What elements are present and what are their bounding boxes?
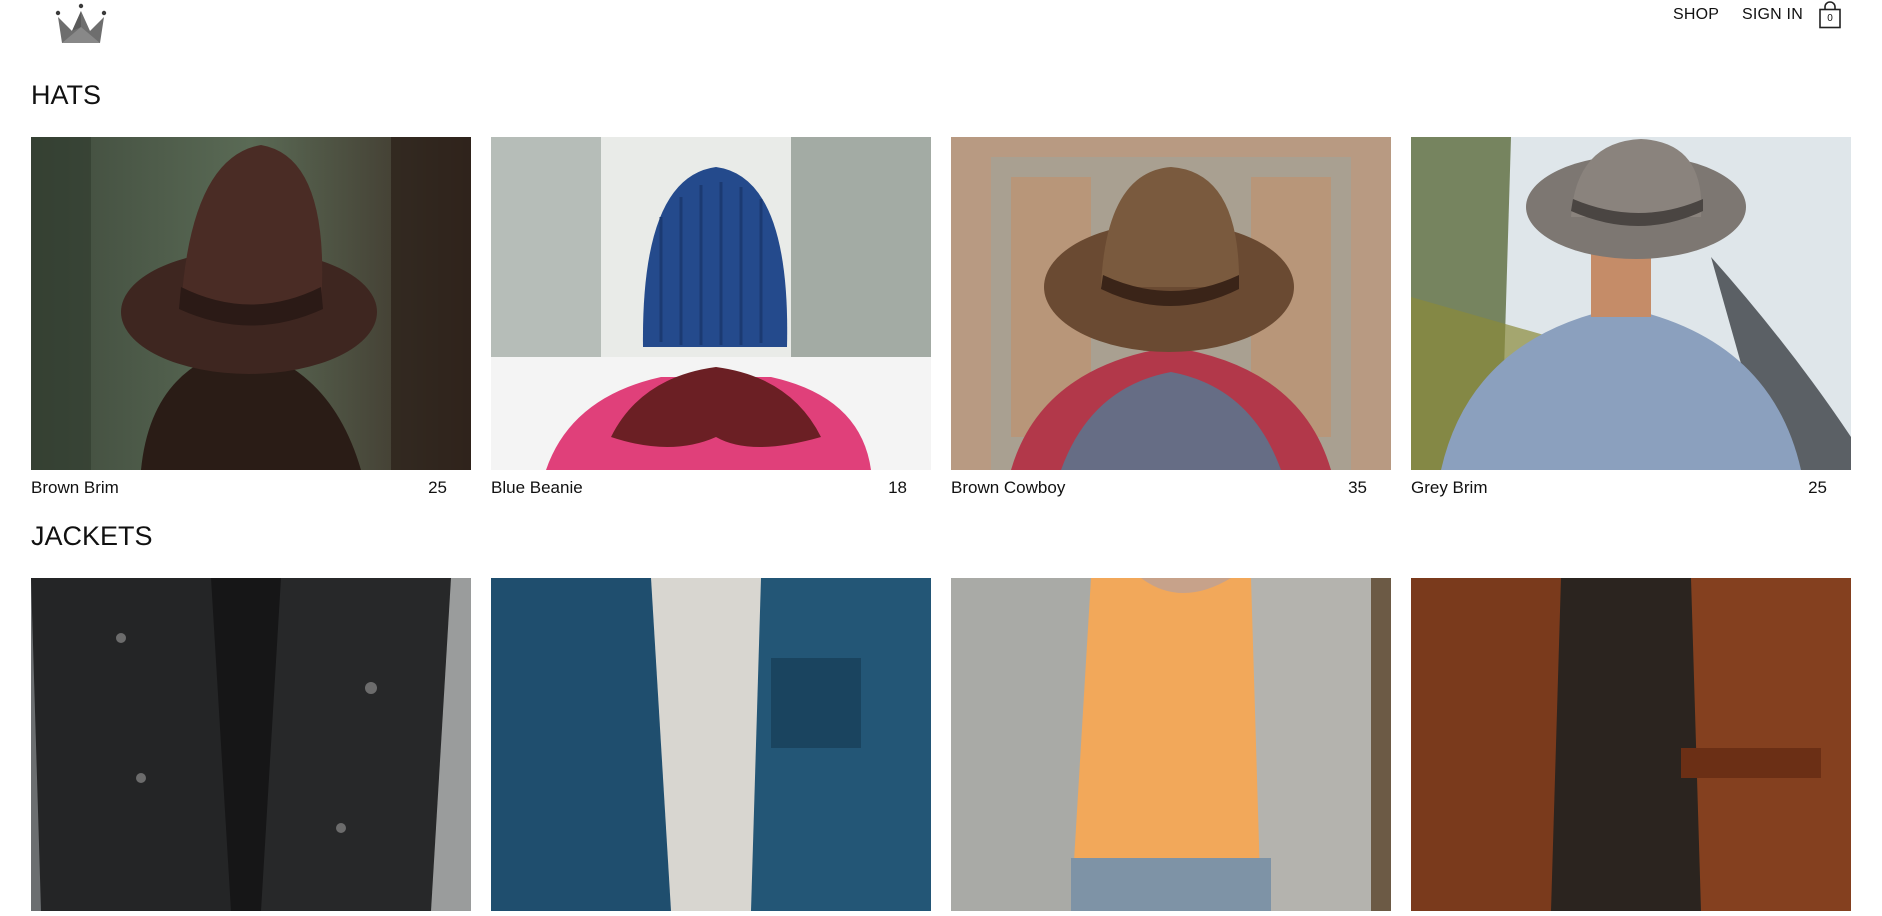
- product-name: Brown Cowboy: [951, 478, 1066, 497]
- crown-icon[interactable]: [54, 3, 108, 45]
- product-card: [1411, 578, 1851, 911]
- product-card: Grey Brim 25: [1411, 137, 1851, 504]
- product-card: [491, 578, 931, 911]
- product-image[interactable]: [951, 137, 1391, 470]
- hats-grid: Brown Brim 25 Blue Beanie 18 Brown Cowbo…: [31, 137, 1853, 504]
- header: SHOP SIGN IN 0: [0, 0, 1882, 44]
- product-name: Grey Brim: [1411, 478, 1488, 497]
- product-card: Brown Brim 25: [31, 137, 471, 504]
- product-price: 35: [1348, 478, 1367, 497]
- product-image[interactable]: [951, 578, 1391, 911]
- product-price: 25: [428, 478, 447, 497]
- product-price: 25: [1808, 478, 1827, 497]
- product-footer: Blue Beanie 18: [491, 470, 931, 504]
- product-price: 18: [888, 478, 907, 497]
- shop-page: SHOP SIGN IN 0 HATS Brown Brim 25 Blue B…: [0, 0, 1882, 916]
- product-image[interactable]: [31, 578, 471, 911]
- product-name: Brown Brim: [31, 478, 119, 497]
- product-image[interactable]: [31, 137, 471, 470]
- product-card: [31, 578, 471, 911]
- nav-sign-in-link[interactable]: SIGN IN: [1742, 6, 1803, 24]
- nav-shop-link[interactable]: SHOP: [1673, 6, 1719, 24]
- product-image[interactable]: [491, 578, 931, 911]
- product-footer: Grey Brim 25: [1411, 470, 1851, 504]
- product-image[interactable]: [491, 137, 931, 470]
- product-card: [951, 578, 1391, 911]
- jackets-grid: [31, 578, 1853, 911]
- product-image[interactable]: [1411, 578, 1851, 911]
- product-name: Blue Beanie: [491, 478, 583, 497]
- product-image[interactable]: [1411, 137, 1851, 470]
- product-card: Brown Cowboy 35: [951, 137, 1391, 504]
- cart-count: 0: [1827, 13, 1833, 24]
- section-title-jackets[interactable]: JACKETS: [31, 521, 153, 552]
- product-footer: Brown Brim 25: [31, 470, 471, 504]
- product-card: Blue Beanie 18: [491, 137, 931, 504]
- cart-button[interactable]: 0: [1818, 1, 1842, 29]
- product-footer: Brown Cowboy 35: [951, 470, 1391, 504]
- section-title-hats[interactable]: HATS: [31, 80, 101, 111]
